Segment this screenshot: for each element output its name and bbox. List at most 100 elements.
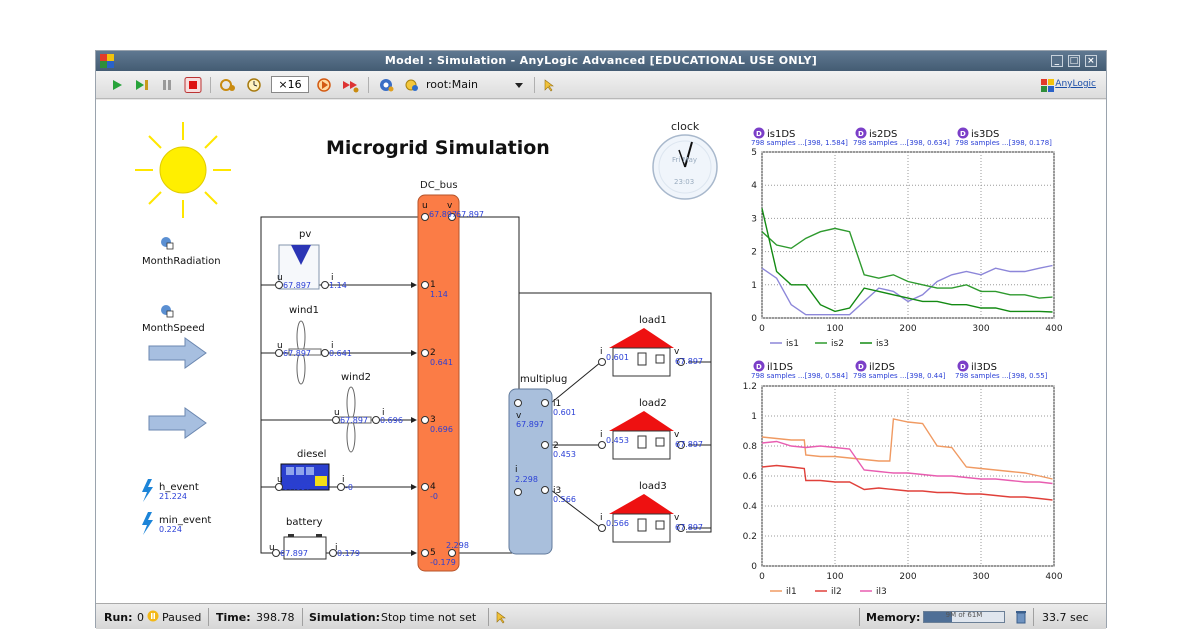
elapsed-time: 33.7 sec — [1042, 611, 1089, 624]
x-tick-label: 100 — [826, 324, 843, 334]
memory-label: Memory: — [866, 611, 921, 624]
month-speed-label[interactable]: MonthSpeed — [142, 323, 205, 334]
port-icon[interactable] — [541, 441, 549, 449]
dataset-info: 798 samples ...[398, 1.584] — [751, 139, 848, 147]
load2-label: load2 — [639, 398, 667, 409]
svg-text:2.298: 2.298 — [446, 541, 469, 550]
x-tick-label: 100 — [826, 572, 843, 582]
port-icon[interactable] — [421, 213, 429, 221]
simulation-value: Stop time not set — [381, 611, 477, 624]
navigate-model-icon[interactable] — [404, 77, 420, 93]
port-label: u — [334, 408, 340, 418]
load2-i-value: 0.453 — [606, 436, 629, 445]
time-value: 398.78 — [256, 611, 295, 624]
minimize-button[interactable]: _ — [1051, 55, 1063, 67]
parameter-icon — [161, 237, 174, 250]
port-label: i — [515, 465, 518, 475]
min-event-value: 0.224 — [159, 525, 182, 534]
pause-icon[interactable] — [160, 77, 174, 93]
mp-i3-value: 0.566 — [553, 495, 576, 504]
load-current-chart[interactable]: Dil1DS798 samples ...[398, 0.584]D il2DS7… — [743, 360, 1063, 598]
fast-forward-icon[interactable] — [342, 77, 360, 93]
settings-icon[interactable] — [378, 77, 394, 93]
diesel-i-value: -0 — [345, 483, 353, 492]
step-icon[interactable] — [134, 77, 150, 93]
arrow-cursor-icon[interactable] — [542, 77, 554, 93]
dataset-icon-letter: D — [756, 130, 762, 138]
source-current-chart[interactable]: Dis1DS798 samples ...[398, 1.584]D is2DS7… — [751, 127, 1063, 350]
close-button[interactable]: × — [1085, 55, 1097, 67]
wind-arrow-icon — [148, 337, 207, 369]
month-radiation-label[interactable]: MonthRadiation — [142, 256, 221, 267]
port-icon[interactable] — [541, 486, 549, 494]
battery-i-value: 0.179 — [337, 549, 360, 558]
multiplug-label: multiplug — [520, 374, 567, 385]
svg-text:-0.179: -0.179 — [430, 558, 456, 567]
speed-slower-icon[interactable] — [220, 77, 236, 93]
y-tick-label: 1 — [751, 281, 757, 291]
diesel-label: diesel — [297, 449, 326, 460]
x-tick-label: 400 — [1045, 324, 1062, 334]
dataset-info: 798 samples ...[398, 0.584] — [751, 372, 848, 380]
load1-v-value: 67.897 — [675, 357, 703, 366]
port-icon[interactable] — [514, 399, 522, 407]
mp-v-value: 67.897 — [516, 420, 544, 429]
bus-v-value: 67.897 — [456, 210, 484, 219]
dataset-info: 798 samples ...[398, 0.634] — [853, 139, 950, 147]
load3-i-value: 0.566 — [606, 519, 629, 528]
stop-icon[interactable] — [184, 77, 202, 93]
memory-value: 9M of 61M — [945, 611, 983, 619]
dataset-info: 798 samples ...[398, 0.44] — [853, 372, 946, 380]
wind2-label: wind2 — [341, 372, 371, 383]
house-icon[interactable] — [598, 411, 685, 460]
clock-icon — [652, 134, 718, 200]
pv-i-value: 1.14 — [329, 281, 347, 290]
svg-text:4: 4 — [430, 482, 436, 492]
load2-v-value: 67.897 — [675, 440, 703, 449]
legend-label: il1 — [786, 587, 797, 597]
legend-label: is2 — [831, 339, 844, 349]
port-icon[interactable] — [541, 399, 549, 407]
x-tick-label: 200 — [899, 324, 916, 334]
house-icon[interactable] — [598, 494, 685, 543]
speed-faster-icon[interactable] — [316, 77, 332, 93]
load3-v-value: 67.897 — [675, 523, 703, 532]
arrow-cursor-icon[interactable] — [494, 610, 506, 624]
parameter-icon — [161, 305, 174, 318]
port-label: u — [269, 543, 275, 553]
svg-text:3: 3 — [430, 415, 436, 425]
port-icon[interactable] — [514, 488, 522, 496]
dc-bus-block[interactable] — [417, 194, 460, 572]
trash-icon[interactable] — [1015, 609, 1027, 624]
x-tick-label: 200 — [899, 572, 916, 582]
diesel-u-value: 67.897 — [283, 483, 311, 492]
paused-status: Paused — [162, 611, 202, 624]
battery-u-value: 67.897 — [280, 549, 308, 558]
speed-field[interactable]: ×16 — [271, 76, 309, 93]
chevron-down-icon[interactable] — [514, 77, 524, 93]
experiment-selector[interactable]: root:Main — [426, 78, 478, 91]
legend-label: is1 — [786, 339, 799, 349]
dataset-icon-letter: D — [756, 363, 762, 371]
clock-date: Fri May — [672, 156, 697, 164]
battery-label: battery — [286, 517, 323, 528]
wind2-u-value: 67.897 — [340, 416, 368, 425]
anylogic-logo-icon — [1041, 79, 1054, 92]
title-bar[interactable]: Model : Simulation - AnyLogic Advanced [… — [96, 51, 1106, 71]
anylogic-app-icon — [100, 54, 114, 68]
clock-icon[interactable] — [246, 77, 262, 93]
x-tick-label: 400 — [1045, 572, 1062, 582]
status-bar: Run: 0 Paused Time: 398.78 Simulation: S… — [96, 603, 1106, 629]
wind-arrow-icon — [148, 407, 207, 439]
y-tick-label: 1 — [751, 412, 757, 422]
pv-label: pv — [299, 229, 311, 240]
anylogic-link[interactable]: AnyLogic — [1055, 79, 1096, 89]
wind1-label: wind1 — [289, 305, 319, 316]
run-icon[interactable] — [110, 77, 124, 93]
load1-i-value: 0.601 — [606, 353, 629, 362]
run-value: 0 — [137, 611, 144, 624]
run-label: Run: — [104, 611, 133, 624]
house-icon[interactable] — [598, 328, 685, 377]
y-tick-label: 0.6 — [743, 472, 758, 482]
maximize-button[interactable]: □ — [1068, 55, 1080, 67]
